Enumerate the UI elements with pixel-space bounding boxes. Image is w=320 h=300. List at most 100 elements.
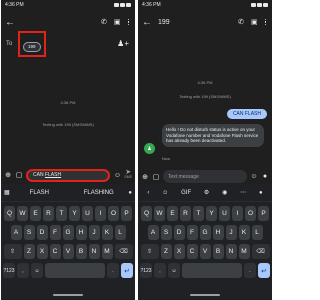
key-i[interactable]: I [95, 206, 106, 221]
avatar[interactable]: ♟ [144, 143, 155, 154]
key-v[interactable]: V [62, 244, 74, 259]
settings-icon[interactable]: ⚙ [204, 189, 209, 196]
symbols-key[interactable]: ?123 [140, 263, 152, 278]
key-o[interactable]: O [108, 206, 119, 221]
incoming-message[interactable]: Hello ! Do not disturb status is active … [162, 124, 264, 148]
message-input[interactable]: Text message [163, 170, 247, 183]
key-h[interactable]: H [212, 225, 224, 240]
key-n[interactable]: N [88, 244, 100, 259]
key-b[interactable]: B [75, 244, 87, 259]
key-i[interactable]: I [232, 206, 243, 221]
outgoing-message[interactable]: CAN FLASH [226, 109, 267, 119]
chevron-left-icon[interactable]: ‹ [147, 190, 149, 196]
key-c[interactable]: C [49, 244, 61, 259]
key-f[interactable]: F [186, 225, 198, 240]
key-z[interactable]: Z [23, 244, 35, 259]
key-d[interactable]: D [173, 225, 185, 240]
comma-key[interactable]: , [154, 263, 166, 278]
key-m[interactable]: M [238, 244, 250, 259]
key-q[interactable]: Q [4, 206, 15, 221]
key-s[interactable]: S [160, 225, 172, 240]
sticker-icon[interactable]: ☺ [162, 190, 168, 196]
key-m[interactable]: M [101, 244, 113, 259]
space-key[interactable] [45, 263, 105, 278]
key-a[interactable]: A [10, 225, 22, 240]
key-w[interactable]: W [154, 206, 165, 221]
key-k[interactable]: K [101, 225, 113, 240]
more-horiz-icon[interactable]: ⋯ [240, 189, 246, 196]
phone-icon[interactable]: ✆ [101, 18, 107, 26]
key-u[interactable]: U [219, 206, 230, 221]
period-key[interactable]: . [244, 263, 256, 278]
backspace-icon[interactable]: ⌫ [114, 244, 133, 259]
suggestion-1[interactable]: FLASH [10, 190, 69, 196]
key-r[interactable]: R [180, 206, 191, 221]
key-j[interactable]: J [88, 225, 100, 240]
video-icon[interactable]: ▣ [114, 18, 121, 26]
emoji-key-icon[interactable]: ☺ [31, 263, 43, 278]
key-x[interactable]: X [173, 244, 185, 259]
key-n[interactable]: N [225, 244, 237, 259]
back-arrow-icon[interactable]: ← [142, 17, 154, 28]
key-j[interactable]: J [225, 225, 237, 240]
key-p[interactable]: P [121, 206, 132, 221]
enter-key-icon[interactable]: ↵ [121, 263, 133, 278]
gif-button[interactable]: GIF [181, 190, 191, 196]
period-key[interactable]: . [107, 263, 119, 278]
key-c[interactable]: C [186, 244, 198, 259]
key-x[interactable]: X [36, 244, 48, 259]
emoji-icon[interactable]: ☺ [113, 172, 121, 179]
symbols-key[interactable]: ?123 [3, 263, 15, 278]
person-add-icon[interactable]: ♟+ [117, 39, 129, 48]
key-w[interactable]: W [17, 206, 28, 221]
key-y[interactable]: Y [69, 206, 80, 221]
key-v[interactable]: V [199, 244, 211, 259]
key-g[interactable]: G [62, 225, 74, 240]
more-vert-icon[interactable] [264, 18, 266, 26]
mic-icon[interactable]: ● [261, 173, 269, 180]
video-icon[interactable]: ▣ [251, 18, 258, 26]
key-o[interactable]: O [245, 206, 256, 221]
plus-circle-icon[interactable]: ⊕ [141, 173, 149, 181]
message-input[interactable]: CAN FLASH [26, 168, 111, 182]
mic-icon[interactable]: ● [128, 190, 132, 196]
key-z[interactable]: Z [160, 244, 172, 259]
key-h[interactable]: H [75, 225, 87, 240]
key-r[interactable]: R [43, 206, 54, 221]
phone-icon[interactable]: ✆ [238, 18, 244, 26]
key-e[interactable]: E [167, 206, 178, 221]
key-u[interactable]: U [82, 206, 93, 221]
key-s[interactable]: S [23, 225, 35, 240]
palette-icon[interactable]: ◉ [222, 189, 227, 196]
send-button[interactable]: ➤ SMS [124, 169, 132, 180]
key-t[interactable]: T [56, 206, 67, 221]
emoji-key-icon[interactable]: ☺ [168, 263, 180, 278]
space-key[interactable] [182, 263, 242, 278]
key-p[interactable]: P [258, 206, 269, 221]
key-g[interactable]: G [199, 225, 211, 240]
key-e[interactable]: E [30, 206, 41, 221]
backspace-icon[interactable]: ⌫ [251, 244, 270, 259]
shift-icon[interactable]: ⇧ [140, 244, 159, 259]
key-l[interactable]: L [251, 225, 263, 240]
mic-icon[interactable]: ● [259, 190, 263, 196]
recipient-chip[interactable]: 199 [23, 41, 41, 52]
key-f[interactable]: F [49, 225, 61, 240]
key-d[interactable]: D [36, 225, 48, 240]
enter-key-icon[interactable]: ↵ [258, 263, 270, 278]
shift-icon[interactable]: ⇧ [3, 244, 22, 259]
gallery-icon[interactable]: ▢ [152, 173, 160, 181]
key-t[interactable]: T [193, 206, 204, 221]
suggestion-2[interactable]: FLASHING [69, 190, 128, 196]
comma-key[interactable]: , [17, 263, 29, 278]
key-l[interactable]: L [114, 225, 126, 240]
key-a[interactable]: A [147, 225, 159, 240]
key-q[interactable]: Q [141, 206, 152, 221]
more-vert-icon[interactable] [127, 18, 129, 26]
back-arrow-icon[interactable]: ← [5, 17, 17, 28]
gallery-icon[interactable]: ▢ [15, 171, 23, 179]
key-y[interactable]: Y [206, 206, 217, 221]
key-b[interactable]: B [212, 244, 224, 259]
plus-circle-icon[interactable]: ⊕ [4, 171, 12, 179]
emoji-icon[interactable]: ☺ [250, 173, 258, 180]
